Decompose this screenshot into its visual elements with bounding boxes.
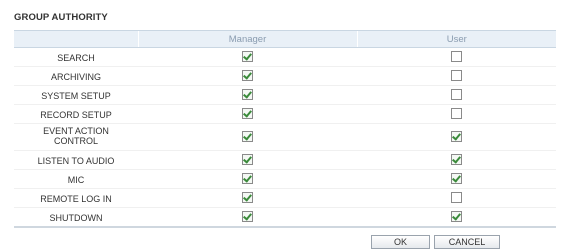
user-checkbox[interactable] xyxy=(451,192,462,204)
user-checkbox[interactable] xyxy=(451,154,462,166)
manager-cell xyxy=(138,85,357,105)
table-row: EVENT ACTION CONTROL xyxy=(14,123,556,151)
user-cell xyxy=(357,207,556,228)
manager-checkbox[interactable] xyxy=(242,131,253,143)
group-authority-table: Manager User SEARCH ARCHIVING SYSTEM SETUP… xyxy=(14,30,556,228)
table-header-row: Manager User xyxy=(14,30,556,48)
user-checkbox[interactable] xyxy=(451,211,462,223)
permission-label: RECORD SETUP xyxy=(40,110,112,120)
manager-cell xyxy=(138,150,357,170)
ok-button[interactable]: OK xyxy=(371,235,430,249)
user-cell xyxy=(357,104,556,124)
permission-label: SHUTDOWN xyxy=(49,213,103,223)
permission-label-cell: SEARCH xyxy=(14,47,138,67)
user-checkbox[interactable] xyxy=(451,51,462,63)
user-checkbox[interactable] xyxy=(451,131,462,143)
permission-label: SYSTEM SETUP xyxy=(41,91,111,101)
header-manager: Manager xyxy=(137,30,357,48)
permission-label-cell: SYSTEM SETUP xyxy=(14,85,138,105)
user-cell xyxy=(357,47,556,67)
table-row: REMOTE LOG IN xyxy=(14,188,556,208)
permission-label: ARCHIVING xyxy=(50,72,101,82)
permission-label-cell: MIC xyxy=(14,169,138,189)
table-row: MIC xyxy=(14,169,556,189)
permission-label-cell: REMOTE LOG IN xyxy=(14,188,138,208)
manager-checkbox[interactable] xyxy=(242,192,253,204)
table-row: LISTEN TO AUDIO xyxy=(14,150,556,170)
cancel-button[interactable]: CANCEL xyxy=(434,235,500,249)
permission-label: SEARCH xyxy=(57,53,95,63)
table-row: SEARCH xyxy=(14,47,556,67)
permission-rows: SEARCH ARCHIVING SYSTEM SETUP RECORD SETUP E… xyxy=(14,47,556,228)
manager-cell xyxy=(138,188,357,208)
permission-label-cell: ARCHIVING xyxy=(14,66,138,86)
user-cell xyxy=(357,66,556,86)
user-checkbox[interactable] xyxy=(451,70,462,82)
header-user: User xyxy=(356,30,556,48)
user-checkbox[interactable] xyxy=(451,173,462,185)
manager-checkbox[interactable] xyxy=(242,211,253,223)
permission-label: MIC xyxy=(67,175,85,185)
user-cell xyxy=(357,169,556,189)
user-cell xyxy=(357,123,556,151)
manager-checkbox[interactable] xyxy=(242,70,253,82)
manager-checkbox[interactable] xyxy=(242,108,253,120)
user-cell xyxy=(357,150,556,170)
user-cell xyxy=(357,188,556,208)
permission-label: REMOTE LOG IN xyxy=(40,194,112,204)
manager-cell xyxy=(138,207,357,228)
permission-label-cell: SHUTDOWN xyxy=(14,207,138,228)
manager-cell xyxy=(138,123,357,151)
manager-cell xyxy=(138,104,357,124)
table-row: RECORD SETUP xyxy=(14,104,556,124)
manager-checkbox[interactable] xyxy=(242,89,253,101)
user-checkbox[interactable] xyxy=(451,108,462,120)
permission-label: EVENT ACTION CONTROL xyxy=(43,125,109,146)
user-cell xyxy=(357,85,556,105)
header-permission xyxy=(14,30,138,48)
manager-checkbox[interactable] xyxy=(242,154,253,166)
user-checkbox[interactable] xyxy=(451,89,462,101)
manager-cell xyxy=(138,66,357,86)
permission-label-cell: RECORD SETUP xyxy=(14,104,138,124)
table-row: SYSTEM SETUP xyxy=(14,85,556,105)
permission-label: LISTEN TO AUDIO xyxy=(37,156,115,166)
table-row: ARCHIVING xyxy=(14,66,556,86)
manager-cell xyxy=(138,47,357,67)
table-row: SHUTDOWN xyxy=(14,207,556,228)
manager-checkbox[interactable] xyxy=(242,51,253,63)
manager-cell xyxy=(138,169,357,189)
permission-label-cell: LISTEN TO AUDIO xyxy=(14,150,138,170)
manager-checkbox[interactable] xyxy=(242,173,253,185)
permission-label-cell: EVENT ACTION CONTROL xyxy=(14,123,138,151)
section-title: GROUP AUTHORITY xyxy=(14,12,108,23)
